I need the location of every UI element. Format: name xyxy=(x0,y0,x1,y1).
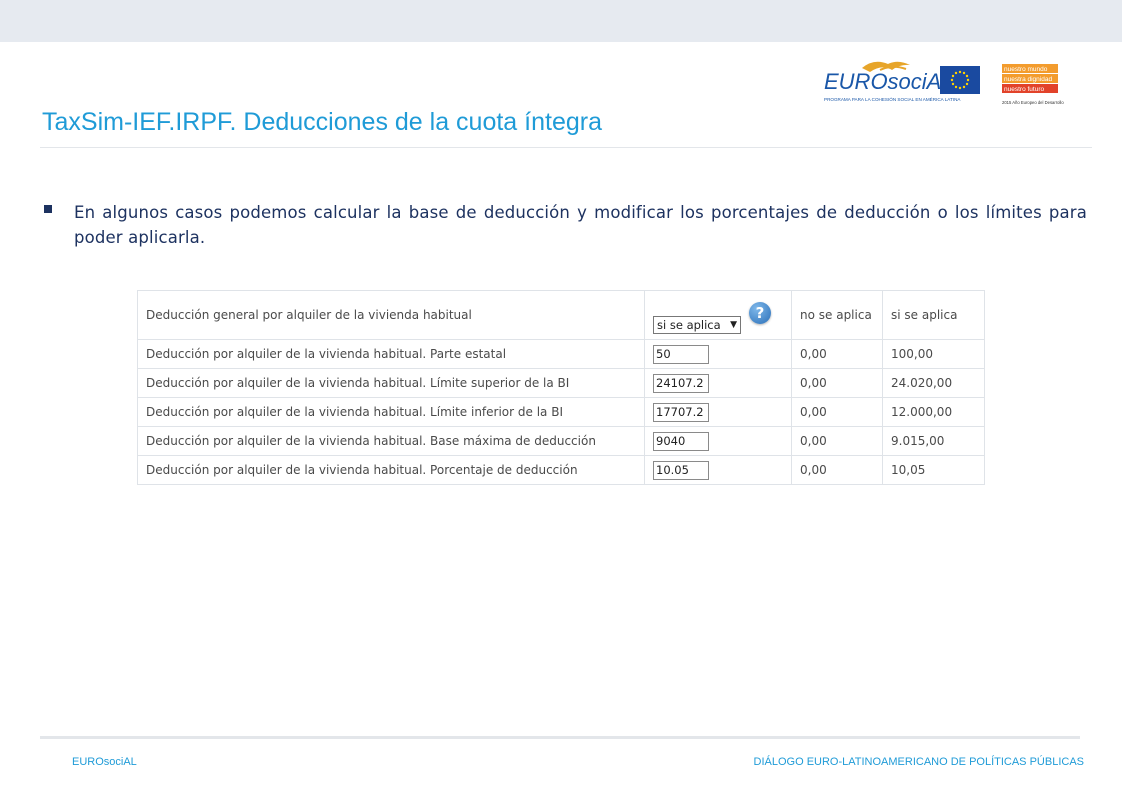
row-label: Deducción por alquiler de la vivienda ha… xyxy=(137,455,645,485)
table-row: Deducción por alquiler de la vivienda ha… xyxy=(137,368,985,398)
nm-line-2: nuestra dignidad xyxy=(1004,76,1052,83)
nm-line-3: nuestro futuro xyxy=(1004,86,1044,93)
header-col-no: no se aplica xyxy=(791,290,883,340)
row-label: Deducción por alquiler de la vivienda ha… xyxy=(137,339,645,369)
apply-select[interactable]: si se aplica ▼ xyxy=(653,316,741,334)
row-input-cell xyxy=(644,455,792,485)
apply-select-value: si se aplica xyxy=(657,318,721,332)
table-row: Deducción por alquiler de la vivienda ha… xyxy=(137,339,985,369)
bullet-point: En algunos casos podemos calcular la bas… xyxy=(42,200,1087,250)
row-input-cell xyxy=(644,368,792,398)
slide-title: TaxSim-IEF.IRPF. Deducciones de la cuota… xyxy=(42,108,602,136)
title-divider xyxy=(40,147,1092,148)
bullet-text: En algunos casos podemos calcular la bas… xyxy=(74,203,1087,247)
row-no-value: 0,00 xyxy=(791,339,883,369)
table-row: Deducción por alquiler de la vivienda ha… xyxy=(137,455,985,485)
nuestro-mundo-logo: nuestro mundo nuestra dignidad nuestro f… xyxy=(1002,64,1064,105)
top-band xyxy=(0,0,1122,42)
row-value-input[interactable] xyxy=(653,402,709,422)
footer-divider xyxy=(40,736,1080,739)
row-label: Deducción por alquiler de la vivienda ha… xyxy=(137,368,645,398)
chevron-down-icon: ▼ xyxy=(730,320,737,330)
row-si-value: 12.000,00 xyxy=(882,397,985,427)
row-value-input[interactable] xyxy=(653,344,709,364)
header-col-si: si se aplica xyxy=(882,290,985,340)
eurosocial-logo-text: EUROsociAL xyxy=(824,69,954,94)
eurosocial-logo-tagline: PROGRAMA PARA LA COHESIÓN SOCIAL EN AMÉR… xyxy=(824,96,961,102)
table-row: Deducción por alquiler de la vivienda ha… xyxy=(137,397,985,427)
row-input-cell xyxy=(644,426,792,456)
table-row: Deducción por alquiler de la vivienda ha… xyxy=(137,426,985,456)
row-value-input[interactable] xyxy=(653,460,709,480)
row-no-value: 0,00 xyxy=(791,368,883,398)
row-si-value: 9.015,00 xyxy=(882,426,985,456)
footer-right-text: DIÁLOGO EURO-LATINOAMERICANO DE POLÍTICA… xyxy=(753,756,1084,768)
row-no-value: 0,00 xyxy=(791,455,883,485)
nm-line-1: nuestro mundo xyxy=(1004,66,1048,73)
table-header-row: Deducción general por alquiler de la viv… xyxy=(137,290,985,340)
row-si-value: 10,05 xyxy=(882,455,985,485)
row-input-cell xyxy=(644,397,792,427)
row-no-value: 0,00 xyxy=(791,426,883,456)
nm-caption: 2015 Año Europeo del Desarrollo xyxy=(1002,100,1064,105)
header-control-cell: si se aplica ▼ ? xyxy=(644,290,792,340)
row-value-input[interactable] xyxy=(653,431,709,451)
help-icon[interactable]: ? xyxy=(749,302,771,324)
row-si-value: 100,00 xyxy=(882,339,985,369)
row-value-input[interactable] xyxy=(653,373,709,393)
footer-left-text: EUROsociAL xyxy=(72,756,137,768)
row-si-value: 24.020,00 xyxy=(882,368,985,398)
row-label: Deducción por alquiler de la vivienda ha… xyxy=(137,397,645,427)
row-label: Deducción por alquiler de la vivienda ha… xyxy=(137,426,645,456)
row-input-cell xyxy=(644,339,792,369)
header-label: Deducción general por alquiler de la viv… xyxy=(137,290,645,340)
apply-select-wrap: si se aplica ▼ ? xyxy=(653,302,771,336)
eu-flag-icon xyxy=(940,66,980,94)
bullet-square-icon xyxy=(44,205,52,213)
deductions-table: Deducción general por alquiler de la viv… xyxy=(137,290,985,485)
row-no-value: 0,00 xyxy=(791,397,883,427)
